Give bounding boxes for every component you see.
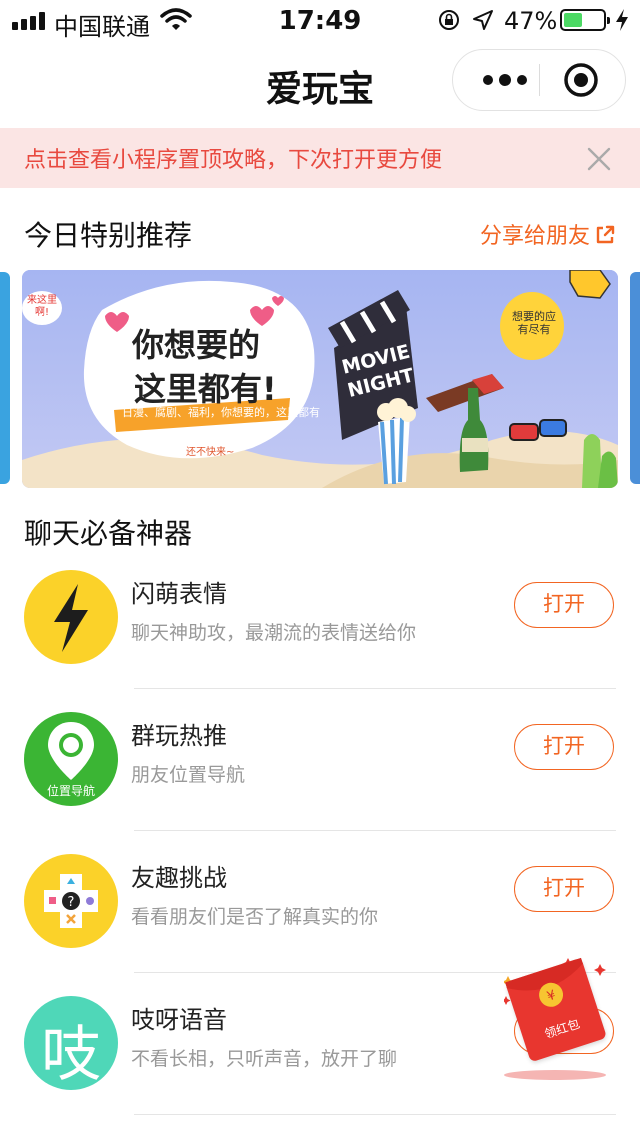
item-name: 闪萌表情 xyxy=(131,580,227,608)
banner-bubble-right: 想要的应有尽有 xyxy=(512,310,556,336)
share-label: 分享给朋友 xyxy=(479,224,590,249)
mini-program-capsule xyxy=(452,49,626,111)
svg-text:?: ? xyxy=(68,895,75,910)
recommend-title: 今日特别推荐 xyxy=(24,219,193,252)
open-button[interactable]: 打开 xyxy=(514,866,614,912)
tip-text: 点击查看小程序置顶攻略，下次打开更方便 xyxy=(24,148,443,173)
more-dots-icon[interactable] xyxy=(473,50,539,110)
location-pin-icon: 位置导航 xyxy=(24,712,118,806)
banner-hurry-text: 还不快来~ xyxy=(186,447,235,458)
battery-percent: 47% xyxy=(504,7,558,35)
divider xyxy=(134,688,616,689)
divider xyxy=(134,830,616,831)
open-button[interactable]: 打开 xyxy=(514,724,614,770)
recommend-banner[interactable]: 来这里啊! 你想要的 这里都有! 日漫、腐剧、福利，你想要的，这里都有 还不快来… xyxy=(22,270,618,488)
item-desc: 看看朋友们是否了解真实的你 xyxy=(131,906,379,928)
chat-tools-title: 聊天必备神器 xyxy=(24,517,193,550)
share-icon xyxy=(596,225,615,244)
list-item[interactable]: 闪萌表情 聊天神助攻，最潮流的表情送给你 打开 xyxy=(0,570,640,712)
banner-bubble-left: 来这里啊! xyxy=(27,295,57,318)
item-desc: 朋友位置导航 xyxy=(131,764,246,786)
share-button[interactable]: 分享给朋友 xyxy=(480,218,616,250)
icon-label: 位置导航 xyxy=(46,784,95,798)
item-desc: 聊天神助攻，最潮流的表情送给你 xyxy=(131,622,417,644)
red-packet-button[interactable]: ¥ 领红包 xyxy=(504,956,616,1066)
pin-tip-banner[interactable]: 点击查看小程序置顶攻略，下次打开更方便 xyxy=(0,128,640,188)
icon-char: 吱 xyxy=(41,1020,101,1090)
nav-bar: 爱玩宝 xyxy=(0,40,640,128)
list-item[interactable]: 位置导航 群玩热推 朋友位置导航 打开 xyxy=(0,712,640,854)
banner-headline-1: 你想要的 xyxy=(132,326,261,364)
item-name: 吱呀语音 xyxy=(131,1006,227,1034)
capsule-divider xyxy=(539,64,540,96)
banner-artwork xyxy=(22,270,618,488)
red-packet-shadow xyxy=(504,1070,606,1080)
lightning-icon xyxy=(24,570,118,664)
rotation-lock-icon xyxy=(439,10,459,30)
open-button[interactable]: 打开 xyxy=(514,582,614,628)
item-name: 群玩热推 xyxy=(131,722,227,750)
game-pad-icon: ? xyxy=(24,854,118,948)
charging-bolt-icon xyxy=(616,9,628,31)
carousel-next-slide[interactable] xyxy=(630,272,640,484)
item-desc: 不看长相，只听声音，放开了聊 xyxy=(131,1048,398,1070)
banner-ribbon-text: 日漫、腐剧、福利，你想要的，这里都有 xyxy=(122,406,320,419)
close-icon[interactable] xyxy=(586,146,612,172)
item-name: 友趣挑战 xyxy=(131,864,227,892)
carousel-prev-slide[interactable] xyxy=(0,272,10,484)
target-close-icon[interactable] xyxy=(563,62,599,98)
zhi-voice-icon: 吱 xyxy=(24,996,118,1090)
location-arrow-icon xyxy=(473,10,493,30)
status-bar: 中国联通 17:49 47% xyxy=(0,0,640,41)
divider xyxy=(134,1114,616,1115)
battery-icon xyxy=(560,9,610,31)
